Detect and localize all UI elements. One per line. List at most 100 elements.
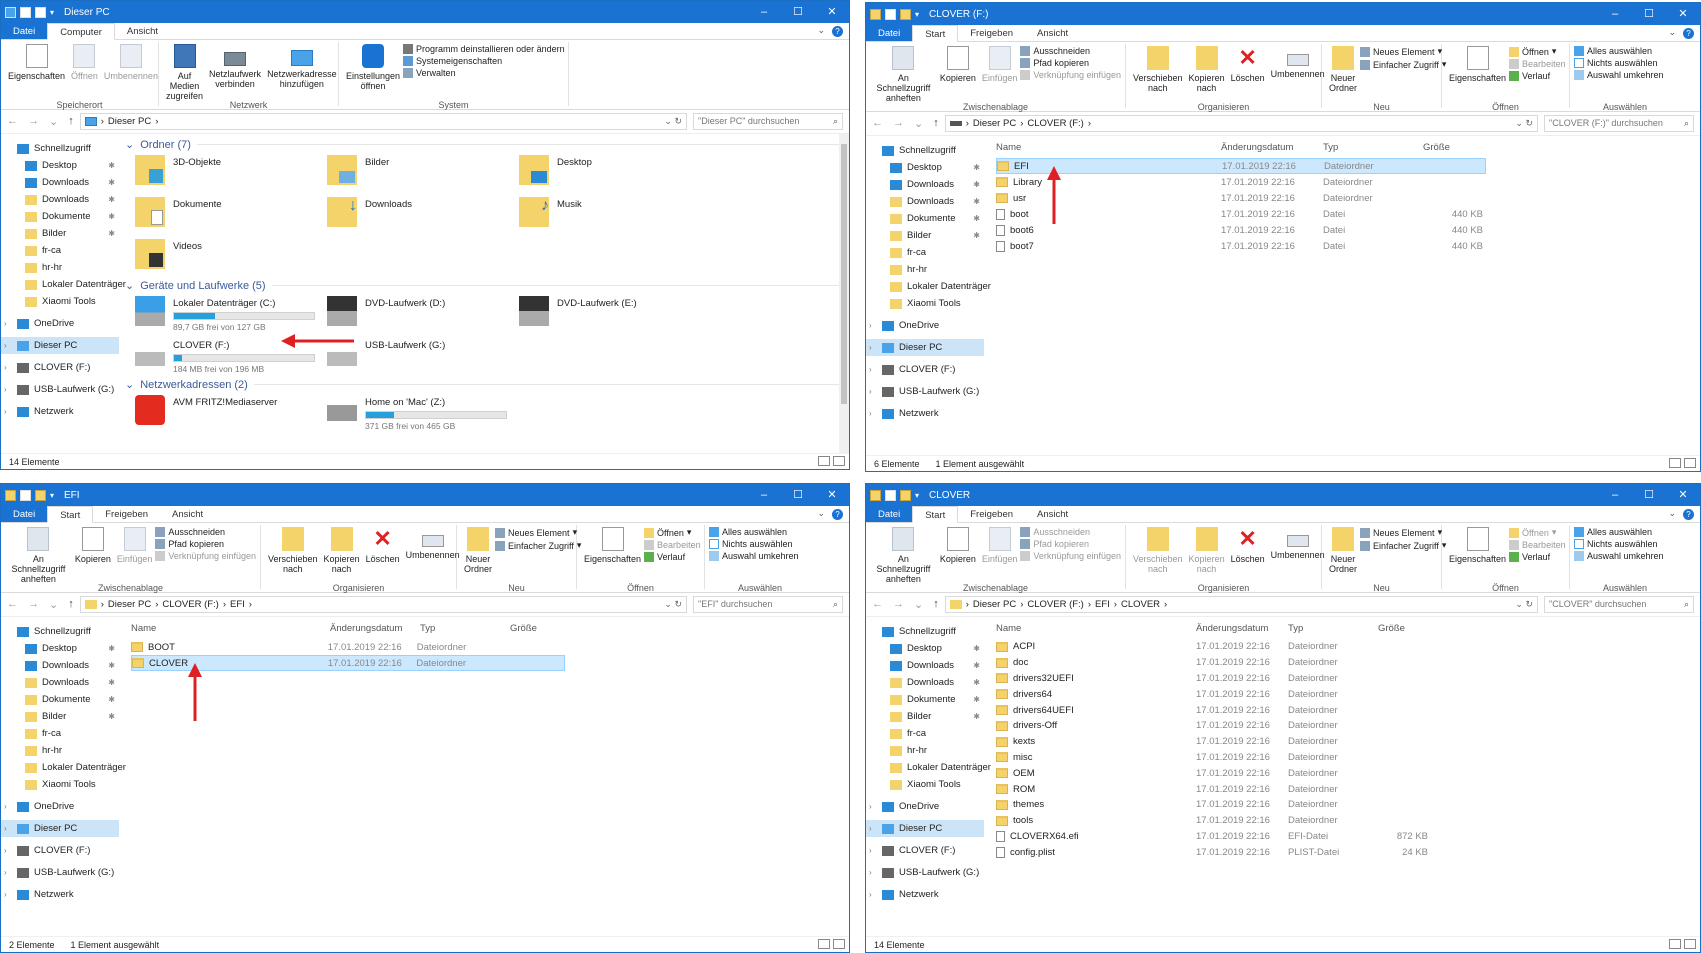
new-folder-button[interactable]: Neuer Ordner (1326, 44, 1360, 93)
chevron-right-icon[interactable]: › (869, 890, 872, 899)
rename-button[interactable]: Umbenennen (403, 525, 463, 560)
table-row[interactable]: CLOVERX64.efi 17.01.2019 22:16 EFI-Datei 87… (996, 829, 1436, 845)
vertical-scrollbar[interactable] (839, 134, 849, 453)
chevron-right-icon[interactable]: › (4, 341, 7, 350)
table-row[interactable]: misc 17.01.2019 22:16 Dateiordner (996, 750, 1436, 766)
recent-dropdown[interactable]: ⌄ (49, 598, 58, 611)
sidebar-item[interactable]: › OneDrive (1, 798, 119, 815)
sidebar-item[interactable]: Xiaomi Tools (1, 776, 119, 793)
new-item-button[interactable]: Neues Element ▾ (1360, 527, 1446, 538)
select-all-button[interactable]: Alles auswählen (709, 527, 799, 537)
table-row[interactable]: BOOT 17.01.2019 22:16 Dateiordner (131, 639, 565, 655)
network-tile[interactable]: AVM FRITZ!Mediaserver (135, 395, 327, 431)
column-header-type[interactable]: Typ (1323, 142, 1423, 153)
sidebar-item[interactable]: › Netzwerk (866, 886, 984, 903)
sidebar-item[interactable]: Schnellzugriff (1, 623, 119, 640)
table-row[interactable]: boot7 17.01.2019 22:16 Datei 440 KB (996, 238, 1486, 254)
sidebar-item[interactable]: › CLOVER (F:) (1, 842, 119, 859)
back-button[interactable]: ← (872, 598, 883, 611)
breadcrumb-item[interactable]: Dieser PC (108, 599, 151, 610)
chevron-right-icon[interactable]: › (869, 387, 872, 396)
open-button[interactable]: Öffnen ▾ (1509, 527, 1566, 538)
new-folder-icon[interactable] (35, 489, 46, 501)
folder-tile[interactable]: Desktop (519, 155, 711, 191)
tab-home[interactable]: Start (912, 506, 959, 523)
properties-icon[interactable] (20, 489, 31, 501)
sidebar-item[interactable]: hr-hr (1, 259, 119, 276)
column-header-name[interactable]: Name (996, 623, 1196, 634)
new-folder-icon[interactable] (35, 6, 46, 18)
select-none-button[interactable]: Nichts auswählen (1574, 58, 1664, 68)
table-row[interactable]: doc 17.01.2019 22:16 Dateiordner (996, 655, 1436, 671)
chevron-right-icon[interactable]: › (4, 363, 7, 372)
delete-button[interactable]: ✕ Löschen (1228, 525, 1268, 565)
paste-button[interactable]: Einfügen (979, 44, 1021, 83)
copy-button[interactable]: Kopieren (72, 525, 114, 564)
breadcrumb-item[interactable]: CLOVER (F:) (162, 599, 218, 610)
column-header-type[interactable]: Typ (1288, 623, 1378, 634)
paste-shortcut-button[interactable]: Verknüpfung einfügen (1020, 70, 1121, 80)
column-header-name[interactable]: Name (131, 623, 330, 634)
cut-button[interactable]: Ausschneiden (1020, 527, 1121, 537)
breadcrumb-item[interactable]: Dieser PC (973, 118, 1016, 129)
sidebar-item[interactable]: Xiaomi Tools (866, 295, 984, 312)
chevron-right-icon[interactable]: › (4, 385, 7, 394)
chevron-right-icon[interactable]: › (4, 319, 7, 328)
tab-file[interactable]: Datei (866, 506, 913, 522)
sidebar-item[interactable]: fr-ca (866, 725, 984, 742)
tiles-view-icon[interactable] (1684, 939, 1696, 949)
close-button[interactable]: ✕ (815, 484, 849, 506)
sidebar-item[interactable]: Schnellzugriff (866, 142, 984, 159)
sidebar-item[interactable]: › Netzwerk (1, 886, 119, 903)
table-row[interactable]: ROM 17.01.2019 22:16 Dateiordner (996, 781, 1436, 797)
map-network-drive-button[interactable]: Netzlaufwerk verbinden (206, 42, 264, 89)
sidebar-item[interactable]: Schnellzugriff (1, 140, 119, 157)
select-all-button[interactable]: Alles auswählen (1574, 46, 1664, 56)
column-header-date[interactable]: Änderungsdatum (330, 623, 420, 634)
invert-selection-button[interactable]: Auswahl umkehren (1574, 551, 1664, 561)
column-header-size[interactable]: Größe (1423, 142, 1483, 153)
new-item-button[interactable]: Neues Element ▾ (495, 527, 581, 538)
column-header-type[interactable]: Typ (420, 623, 510, 634)
table-row[interactable]: ACPI 17.01.2019 22:16 Dateiordner (996, 639, 1436, 655)
tab-share[interactable]: Freigeben (958, 506, 1025, 522)
recent-dropdown[interactable]: ⌄ (914, 598, 923, 611)
rename-button[interactable]: Umbenennen (1268, 525, 1328, 560)
minimize-button[interactable]: – (1598, 3, 1632, 25)
copy-path-button[interactable]: Pfad kopieren (1020, 58, 1121, 68)
table-row[interactable]: drivers32UEFI 17.01.2019 22:16 Dateiordner (996, 671, 1436, 687)
column-header-size[interactable]: Größe (1378, 623, 1428, 634)
sidebar-item[interactable]: › USB-Laufwerk (G:) (1, 864, 119, 881)
address-bar[interactable]: › Dieser PC › CLOVER (F:) › EFI › ⌄ ↻ (79, 596, 687, 613)
sidebar-item[interactable]: Downloads ✱ (866, 657, 984, 674)
copy-to-button[interactable]: Kopieren nach (321, 525, 363, 574)
details-view-icon[interactable] (1669, 458, 1681, 468)
properties-button[interactable]: Eigenschaften (1446, 44, 1509, 83)
chevron-down-icon[interactable]: ⌄ (817, 508, 825, 519)
breadcrumb-item[interactable]: Dieser PC (108, 116, 151, 127)
table-row[interactable]: usr 17.01.2019 22:16 Dateiordner (996, 190, 1486, 206)
chevron-right-icon[interactable]: › (4, 824, 7, 833)
history-button[interactable]: Verlauf (644, 552, 701, 562)
sidebar-item[interactable]: Xiaomi Tools (866, 776, 984, 793)
help-icon[interactable]: ? (1683, 28, 1694, 39)
sidebar-item[interactable]: › CLOVER (F:) (866, 361, 984, 378)
easy-access-button[interactable]: Einfacher Zugriff ▾ (1360, 540, 1446, 551)
chevron-right-icon[interactable]: › (869, 824, 872, 833)
copy-path-button[interactable]: Pfad kopieren (155, 539, 256, 549)
help-icon[interactable]: ? (1683, 509, 1694, 520)
recent-dropdown[interactable]: ⌄ (49, 115, 58, 128)
back-button[interactable]: ← (872, 117, 883, 130)
folder-tile[interactable]: ♪ Musik (519, 197, 711, 233)
minimize-button[interactable]: – (747, 484, 781, 506)
tiles-view-icon[interactable] (833, 456, 845, 466)
cut-button[interactable]: Ausschneiden (155, 527, 256, 537)
forward-button[interactable]: → (28, 115, 39, 128)
tab-share[interactable]: Freigeben (958, 25, 1025, 41)
drive-tile[interactable]: DVD-Laufwerk (E:) (519, 296, 711, 332)
sidebar-item[interactable]: Lokaler Datenträger (1, 759, 126, 776)
table-row[interactable]: boot 17.01.2019 22:16 Datei 440 KB (996, 206, 1486, 222)
table-row[interactable]: boot6 17.01.2019 22:16 Datei 440 KB (996, 222, 1486, 238)
properties-button[interactable]: Eigenschaften (581, 525, 644, 564)
up-button[interactable]: ↑ (933, 598, 939, 611)
